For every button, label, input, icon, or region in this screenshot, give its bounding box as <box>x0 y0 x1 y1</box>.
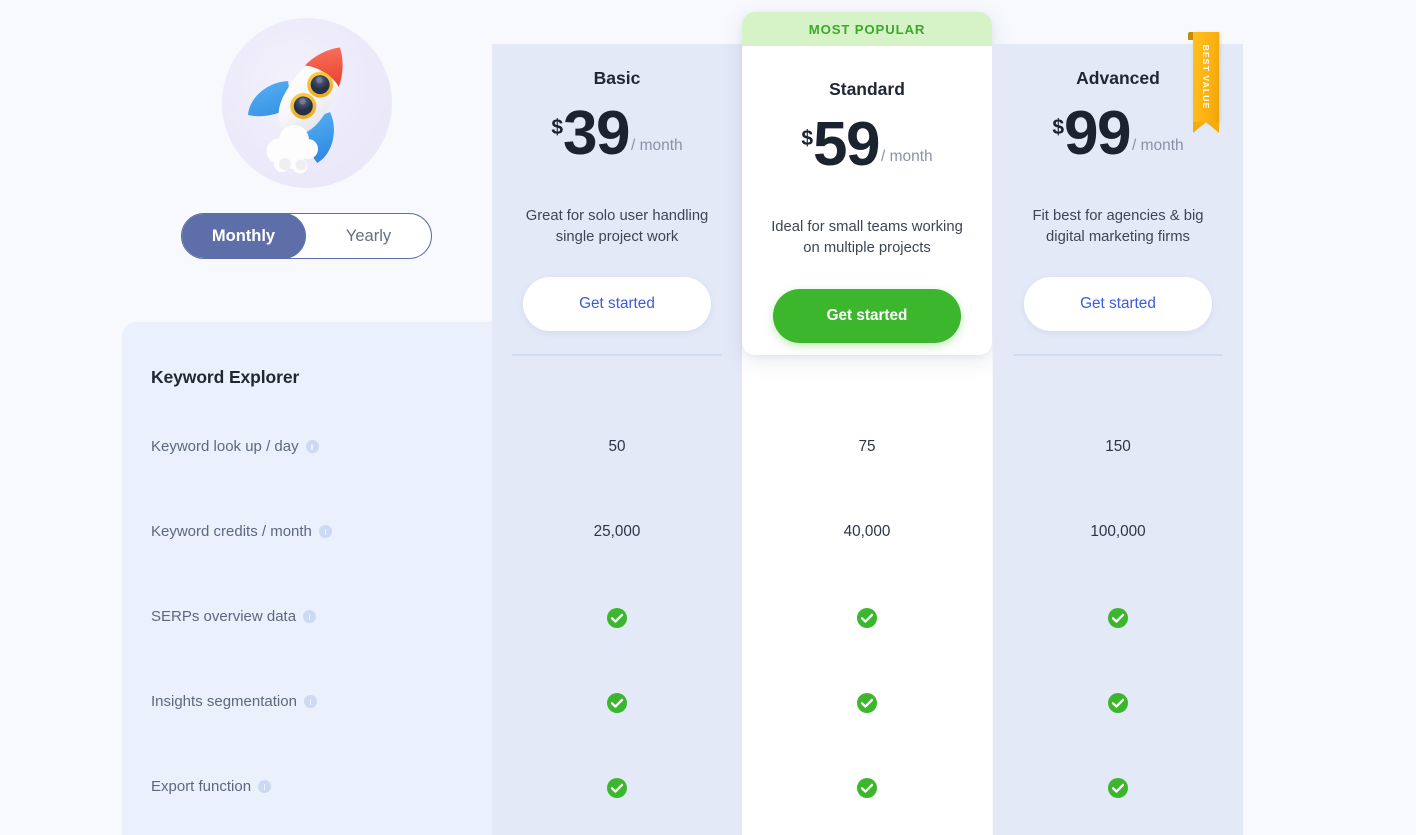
plan-description-standard: Ideal for small teams working on multipl… <box>771 219 963 257</box>
feature-value-keyword-lookup: 75 <box>858 438 876 455</box>
price-period: / month <box>880 148 933 166</box>
plan-price-standard: $ 59 / month <box>742 110 992 179</box>
check-circle-icon <box>1108 693 1128 713</box>
feature-value-keyword-credits: 40,000 <box>843 523 891 540</box>
billing-period-toggle[interactable]: Monthly Yearly <box>181 213 432 259</box>
info-icon[interactable] <box>305 439 319 453</box>
price-period: / month <box>1131 137 1184 155</box>
get-started-button-advanced[interactable]: Get started <box>1024 277 1212 331</box>
feature-label: Insights segmentation <box>151 692 297 710</box>
feature-list-panel: Keyword Explorer Keyword look up / day K… <box>122 322 492 835</box>
cta-label: Get started <box>579 295 655 312</box>
check-circle-icon <box>857 778 877 798</box>
most-popular-label: MOST POPULAR <box>808 21 926 37</box>
toggle-option-monthly[interactable]: Monthly <box>182 214 306 258</box>
cta-label: Get started <box>826 307 908 324</box>
feature-section-title: Keyword Explorer <box>151 367 300 387</box>
check-circle-icon <box>607 693 627 713</box>
get-started-button-standard[interactable]: Get started <box>773 289 961 343</box>
rocket-illustration <box>222 18 392 188</box>
toggle-yearly-label: Yearly <box>345 226 392 245</box>
feature-value-keyword-credits: 100,000 <box>1090 523 1146 540</box>
check-circle-icon <box>607 778 627 798</box>
feature-label: Export function <box>151 777 252 795</box>
currency-symbol: $ <box>801 127 813 150</box>
column-divider <box>1013 354 1223 356</box>
plan-column-standard: MOST POPULAR Standard $ 59 / month Ideal… <box>742 0 992 835</box>
price-amount: 59 <box>813 110 880 179</box>
check-circle-icon <box>607 608 627 628</box>
get-started-button-basic[interactable]: Get started <box>523 277 711 331</box>
feature-label: SERPs overview data <box>151 607 297 625</box>
check-circle-icon <box>857 693 877 713</box>
currency-symbol: $ <box>551 116 563 139</box>
feature-row-keyword-credits: Keyword credits / month <box>151 520 332 542</box>
feature-row-keyword-lookup: Keyword look up / day <box>151 435 319 457</box>
toggle-option-yearly[interactable]: Yearly <box>306 214 431 258</box>
info-icon[interactable] <box>318 524 332 538</box>
plan-name-standard: Standard <box>829 79 905 99</box>
plan-description-advanced: Fit best for agencies & big digital mark… <box>1032 208 1204 246</box>
rocket-icon <box>248 47 343 174</box>
plan-price-advanced: $ 99 / month <box>993 99 1243 168</box>
plan-name-advanced: Advanced <box>1076 68 1160 88</box>
feature-row-serps-overview: SERPs overview data <box>151 605 317 627</box>
ribbon-fold <box>1188 32 1193 40</box>
feature-value-keyword-credits: 25,000 <box>593 523 641 540</box>
price-amount: 39 <box>563 99 630 168</box>
currency-symbol: $ <box>1052 116 1064 139</box>
plan-name-basic: Basic <box>593 68 641 88</box>
column-divider <box>512 354 722 356</box>
toggle-monthly-label: Monthly <box>211 226 276 245</box>
feature-row-insights-segmentation: Insights segmentation <box>151 690 317 712</box>
feature-value-keyword-lookup: 150 <box>1105 438 1131 455</box>
check-circle-icon <box>857 608 877 628</box>
price-amount: 99 <box>1064 99 1131 168</box>
feature-value-keyword-lookup: 50 <box>608 438 626 455</box>
cta-label: Get started <box>1080 295 1156 312</box>
featured-plan-card: MOST POPULAR Standard $ 59 / month Ideal… <box>742 12 992 355</box>
plan-column-basic: Basic $ 39 / month Great for solo user h… <box>492 0 742 835</box>
price-period: / month <box>630 137 683 155</box>
feature-label: Keyword look up / day <box>151 437 299 455</box>
info-icon[interactable] <box>303 694 317 708</box>
check-circle-icon <box>1108 608 1128 628</box>
plan-description-basic: Great for solo user handling single proj… <box>525 208 709 246</box>
plan-column-advanced: BEST VALUE Advanced $ 99 / month Fit bes… <box>993 0 1243 835</box>
hero-column: Monthly Yearly Keyword Explorer Keyword … <box>0 0 492 835</box>
feature-label: Keyword credits / month <box>151 522 312 540</box>
check-circle-icon <box>1108 778 1128 798</box>
plan-price-basic: $ 39 / month <box>492 99 742 168</box>
info-icon[interactable] <box>303 609 317 623</box>
info-icon[interactable] <box>258 779 272 793</box>
feature-row-export-function: Export function <box>151 775 272 797</box>
most-popular-badge: MOST POPULAR <box>742 12 992 46</box>
